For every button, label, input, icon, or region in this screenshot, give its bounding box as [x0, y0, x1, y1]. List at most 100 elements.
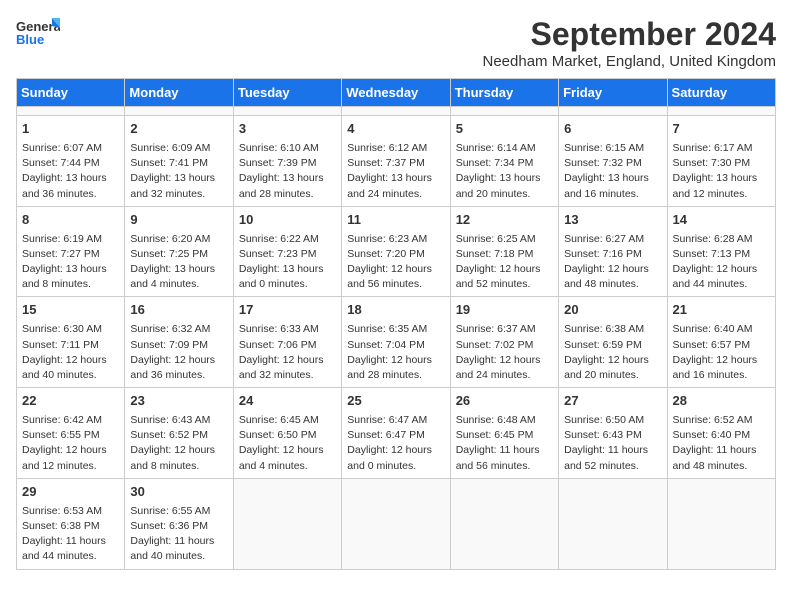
calendar-cell: 28Sunrise: 6:52 AMSunset: 6:40 PMDayligh… [667, 388, 775, 479]
daylight-text: Daylight: 13 hours and 12 minutes. [673, 172, 758, 199]
calendar-week-row: 22Sunrise: 6:42 AMSunset: 6:55 PMDayligh… [17, 388, 776, 479]
calendar-cell: 27Sunrise: 6:50 AMSunset: 6:43 PMDayligh… [559, 388, 667, 479]
sunset-text: Sunset: 7:09 PM [130, 339, 208, 351]
day-number: 2 [130, 120, 227, 139]
calendar-cell: 12Sunrise: 6:25 AMSunset: 7:18 PMDayligh… [450, 206, 558, 297]
daylight-text: Daylight: 12 hours and 44 minutes. [673, 263, 758, 290]
sunset-text: Sunset: 7:04 PM [347, 339, 425, 351]
sunrise-text: Sunrise: 6:20 AM [130, 233, 210, 245]
day-number: 8 [22, 211, 119, 230]
sunrise-text: Sunrise: 6:28 AM [673, 233, 753, 245]
sunrise-text: Sunrise: 6:15 AM [564, 142, 644, 154]
calendar-cell [667, 478, 775, 569]
calendar-cell: 1Sunrise: 6:07 AMSunset: 7:44 PMDaylight… [17, 116, 125, 207]
sunrise-text: Sunrise: 6:07 AM [22, 142, 102, 154]
sunrise-text: Sunrise: 6:17 AM [673, 142, 753, 154]
sunrise-text: Sunrise: 6:55 AM [130, 505, 210, 517]
daylight-text: Daylight: 13 hours and 4 minutes. [130, 263, 215, 290]
sunrise-text: Sunrise: 6:33 AM [239, 323, 319, 335]
sunrise-text: Sunrise: 6:30 AM [22, 323, 102, 335]
day-number: 15 [22, 301, 119, 320]
svg-text:Blue: Blue [16, 32, 44, 47]
sunrise-text: Sunrise: 6:52 AM [673, 414, 753, 426]
calendar-week-row: 29Sunrise: 6:53 AMSunset: 6:38 PMDayligh… [17, 478, 776, 569]
sunset-text: Sunset: 7:44 PM [22, 157, 100, 169]
calendar-week-row: 8Sunrise: 6:19 AMSunset: 7:27 PMDaylight… [17, 206, 776, 297]
sunset-text: Sunset: 7:13 PM [673, 248, 751, 260]
daylight-text: Daylight: 12 hours and 4 minutes. [239, 444, 324, 471]
daylight-text: Daylight: 11 hours and 52 minutes. [564, 444, 648, 471]
calendar-cell: 20 Sunrise: 6:38 AM Sunset: 6:59 PM Dayligh… [559, 297, 667, 388]
sunrise-text: Sunrise: 6:25 AM [456, 233, 536, 245]
sunrise-text: Sunrise: 6:37 AM [456, 323, 536, 335]
calendar-cell: 25Sunrise: 6:47 AMSunset: 6:47 PMDayligh… [342, 388, 450, 479]
sunrise-text: Sunrise: 6:45 AM [239, 414, 319, 426]
sunset-text: Sunset: 6:36 PM [130, 520, 208, 532]
sunset-text: Sunset: 7:23 PM [239, 248, 317, 260]
daylight-text: Daylight: 11 hours and 44 minutes. [22, 535, 106, 562]
daylight-text: Daylight: 13 hours and 36 minutes. [22, 172, 107, 199]
day-number: 13 [564, 211, 661, 230]
daylight-text: Daylight: 11 hours and 56 minutes. [456, 444, 540, 471]
sunrise-text: Sunrise: 6:19 AM [22, 233, 102, 245]
calendar-cell: 19Sunrise: 6:37 AMSunset: 7:02 PMDayligh… [450, 297, 558, 388]
daylight-text: Daylight: 12 hours and 52 minutes. [456, 263, 541, 290]
calendar-cell: 26Sunrise: 6:48 AMSunset: 6:45 PMDayligh… [450, 388, 558, 479]
calendar-week-row: 15Sunrise: 6:30 AMSunset: 7:11 PMDayligh… [17, 297, 776, 388]
daylight-text: Daylight: 12 hours and 32 minutes. [239, 354, 324, 381]
sunset-text: Sunset: 6:38 PM [22, 520, 100, 532]
calendar-cell: 18Sunrise: 6:35 AMSunset: 7:04 PMDayligh… [342, 297, 450, 388]
calendar-header: SundayMondayTuesdayWednesdayThursdayFrid… [17, 79, 776, 107]
day-number: 14 [673, 211, 770, 230]
day-number: 27 [564, 392, 661, 411]
daylight-text: Daylight: 12 hours and 24 minutes. [456, 354, 541, 381]
day-number: 24 [239, 392, 336, 411]
calendar-cell [450, 107, 558, 116]
calendar-cell: 2 Sunrise: 6:09 AM Sunset: 7:41 PM Daylight… [125, 116, 233, 207]
calendar-cell: 29Sunrise: 6:53 AMSunset: 6:38 PMDayligh… [17, 478, 125, 569]
sunrise-text: Sunrise: 6:23 AM [347, 233, 427, 245]
day-number: 26 [456, 392, 553, 411]
daylight-text: Daylight: 13 hours and 28 minutes. [239, 172, 324, 199]
daylight-text: Daylight: 13 hours and 20 minutes. [456, 172, 541, 199]
calendar-cell [233, 478, 341, 569]
day-number: 4 [347, 120, 444, 139]
day-number: 21 [673, 301, 770, 320]
calendar-week-row [17, 107, 776, 116]
weekday-header: Sunday [17, 79, 125, 107]
sunset-text: Sunset: 7:41 PM [130, 157, 208, 169]
sunset-text: Sunset: 7:34 PM [456, 157, 534, 169]
weekday-header: Monday [125, 79, 233, 107]
calendar-cell [342, 478, 450, 569]
daylight-text: Daylight: 13 hours and 32 minutes. [130, 172, 215, 199]
calendar-cell: 3Sunrise: 6:10 AMSunset: 7:39 PMDaylight… [233, 116, 341, 207]
day-number: 3 [239, 120, 336, 139]
day-number: 5 [456, 120, 553, 139]
sunrise-text: Sunrise: 6:38 AM [564, 323, 644, 335]
sunrise-text: Sunrise: 6:43 AM [130, 414, 210, 426]
calendar-cell: 24 Sunrise: 6:45 AM Sunset: 6:50 PM Dayligh… [233, 388, 341, 479]
day-number: 29 [22, 483, 119, 502]
logo: General Blue [16, 16, 60, 52]
day-number: 18 [347, 301, 444, 320]
calendar-cell: 4Sunrise: 6:12 AMSunset: 7:37 PMDaylight… [342, 116, 450, 207]
daylight-text: Daylight: 13 hours and 8 minutes. [22, 263, 107, 290]
calendar-week-row: 1Sunrise: 6:07 AMSunset: 7:44 PMDaylight… [17, 116, 776, 207]
sunrise-text: Sunrise: 6:10 AM [239, 142, 319, 154]
sunset-text: Sunset: 6:50 PM [239, 429, 317, 441]
sunset-text: Sunset: 7:25 PM [130, 248, 208, 260]
sunset-text: Sunset: 6:59 PM [564, 339, 642, 351]
weekday-header: Thursday [450, 79, 558, 107]
sunrise-text: Sunrise: 6:09 AM [130, 142, 210, 154]
daylight-text: Daylight: 12 hours and 36 minutes. [130, 354, 215, 381]
calendar-cell: 13Sunrise: 6:27 AMSunset: 7:16 PMDayligh… [559, 206, 667, 297]
sunset-text: Sunset: 7:37 PM [347, 157, 425, 169]
calendar-cell [559, 107, 667, 116]
day-number: 20 [564, 301, 661, 320]
calendar-cell [17, 107, 125, 116]
day-number: 6 [564, 120, 661, 139]
daylight-text: Daylight: 12 hours and 20 minutes. [564, 354, 649, 381]
daylight-text: Daylight: 12 hours and 12 minutes. [22, 444, 107, 471]
weekday-header: Saturday [667, 79, 775, 107]
day-number: 23 [130, 392, 227, 411]
